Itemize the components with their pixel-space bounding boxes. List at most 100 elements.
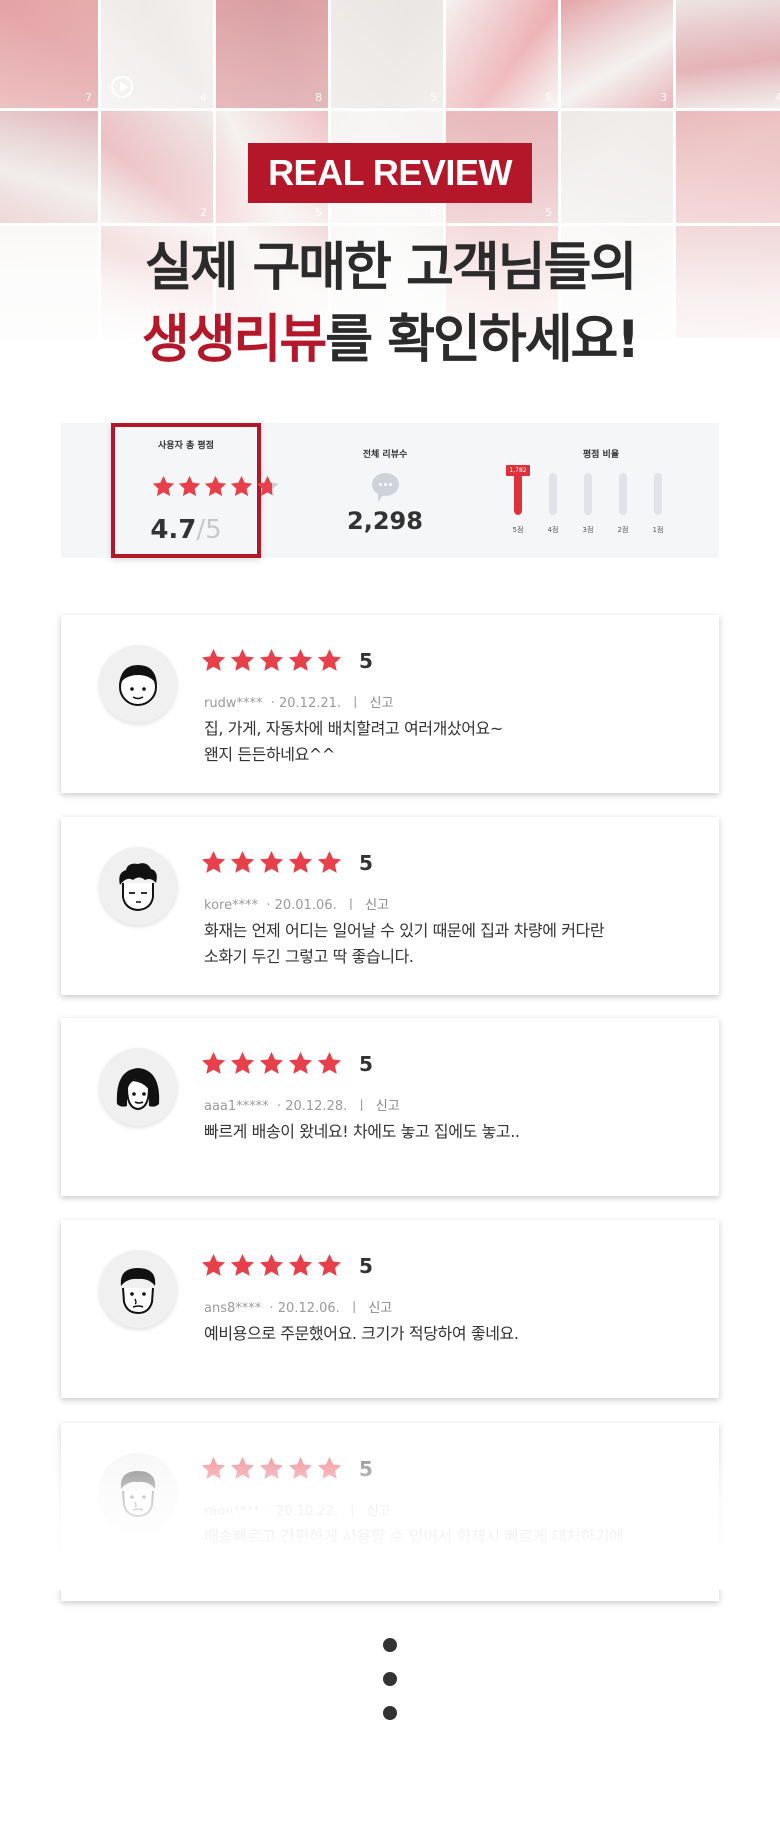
review-card: 5 rudw**** · 20.12.21. ㅣ 신고집, 가게, 자동차에 배치… xyxy=(61,615,719,793)
star-icon xyxy=(203,474,228,503)
review-rating: 5 xyxy=(359,1254,373,1278)
review-text: 빠르게 배송이 왔네요! 차에도 놓고 집에도 놓고.. xyxy=(204,1119,684,1145)
report-link[interactable]: 신고 xyxy=(370,696,394,711)
rating-bar xyxy=(514,473,522,515)
total-rating-stars xyxy=(151,474,280,503)
headline-rest: 를 확인하세요! xyxy=(325,310,640,370)
headline-accent: 생생리뷰 xyxy=(141,310,327,370)
review-user: raon**** xyxy=(204,1504,260,1519)
review-stars xyxy=(200,1050,343,1081)
star-icon xyxy=(258,1050,285,1081)
star-icon xyxy=(229,1252,256,1283)
rating-summary-panel: 사용자 총 평점 4.7/5 전체 리뷰수 2,298 평점 비율 5점 1,78… xyxy=(61,423,719,558)
report-link[interactable]: 신고 xyxy=(368,1301,392,1316)
review-text-line: 화재는 언제 어디는 일어날 수 있기 때문에 집과 차량에 커다란 xyxy=(204,921,605,940)
star-icon xyxy=(258,1252,285,1283)
man-icon xyxy=(99,1453,177,1531)
rating-bar xyxy=(654,473,662,515)
star-icon xyxy=(287,647,314,678)
star-icon xyxy=(287,1050,314,1081)
review-text-line: 빠르게 배송이 왔네요! 차에도 놓고 집에도 놓고.. xyxy=(204,1122,520,1141)
review-meta: kore**** · 20.01.06. ㅣ 신고 xyxy=(204,894,389,913)
rating-bar-label: 4점 xyxy=(547,526,559,534)
star-icon xyxy=(200,647,227,678)
review-card: 5 kore**** · 20.01.06. ㅣ 신고화재는 언제 어디는 일어날… xyxy=(61,817,719,995)
star-icon xyxy=(287,1455,314,1486)
review-text-line: 소화기 두긴 그렇고 딱 좋습니다. xyxy=(204,947,414,966)
review-text-line: 예비용으로 주문했어요. 크기가 적당하여 좋네요. xyxy=(204,1324,519,1343)
review-rating: 5 xyxy=(359,1052,373,1076)
star-icon xyxy=(316,1050,343,1081)
review-card: 5 aaa1***** · 20.12.28. ㅣ 신고빠르게 배송이 왔네요! … xyxy=(61,1018,719,1196)
rating-value: 4.7 xyxy=(150,515,197,545)
star-icon xyxy=(258,647,285,678)
star-icon xyxy=(151,474,176,503)
rating-bar-label: 3점 xyxy=(582,526,594,534)
review-meta: rudw**** · 20.12.21. ㅣ 신고 xyxy=(204,692,393,711)
meta-divider: ㅣ xyxy=(338,1504,367,1519)
report-link[interactable]: 신고 xyxy=(376,1099,400,1114)
rating-max: /5 xyxy=(196,515,222,545)
star-icon xyxy=(200,1252,227,1283)
headline-line-2: 생생리뷰를 확인하세요! xyxy=(0,304,780,376)
review-text-line: 좋을 듯 합니다. xyxy=(204,1553,304,1572)
rating-bar xyxy=(584,473,592,515)
star-icon xyxy=(200,1455,227,1486)
review-card: 5 raon**** · 20.10.22. ㅣ 신고배송빠르고 간편하게 사용할… xyxy=(61,1423,719,1601)
total-rating-label: 사용자 총 평점 xyxy=(158,441,214,451)
review-rating: 5 xyxy=(359,851,373,875)
total-rating-score: 4.7/5 xyxy=(115,515,257,545)
review-date: 20.10.22. xyxy=(276,1504,339,1519)
rating-bar-count: 1,782 xyxy=(506,465,530,476)
review-rating: 5 xyxy=(359,649,373,673)
curly-man-icon xyxy=(99,847,177,925)
review-meta: aaa1***** · 20.12.28. ㅣ 신고 xyxy=(204,1095,400,1114)
rating-ratio-label: 평점 비율 xyxy=(582,450,620,460)
total-reviews-count: 2,298 xyxy=(347,507,423,535)
rating-bar-label: 1점 xyxy=(652,526,664,534)
headline-line-1: 실제 구매한 고객님들의 xyxy=(144,238,638,298)
rating-bar xyxy=(619,473,627,515)
rating-bar-label: 2점 xyxy=(617,526,629,534)
rating-bar-fill xyxy=(514,473,522,515)
star-icon xyxy=(287,849,314,880)
star-icon xyxy=(200,1050,227,1081)
review-text-line: 왠지 든든하네요^^ xyxy=(204,745,335,764)
rating-ratio-bars: 5점 1,782 4점 3점 2점 1점 xyxy=(501,465,681,543)
boy-icon xyxy=(99,645,177,723)
review-stars xyxy=(200,647,343,678)
man-icon xyxy=(99,1250,177,1328)
star-icon xyxy=(200,849,227,880)
report-link[interactable]: 신고 xyxy=(365,898,389,913)
speech-bubble-icon xyxy=(372,473,399,502)
more-ellipsis-icon xyxy=(380,1638,400,1722)
star-icon xyxy=(255,474,280,503)
review-date: 20.01.06. xyxy=(274,898,337,913)
review-text: 배송빠르고 간편하게 사용할 수 있어서 화재시 빠르게 대처하기에 좋을 듯 합… xyxy=(204,1524,684,1576)
report-link[interactable]: 신고 xyxy=(367,1504,391,1519)
star-icon xyxy=(177,474,202,503)
star-icon xyxy=(229,1050,256,1081)
star-icon xyxy=(287,1252,314,1283)
meta-separator: · xyxy=(268,1099,286,1114)
review-date: 20.12.06. xyxy=(277,1301,340,1316)
review-text-line: 집, 가게, 자동차에 배치할려고 여러개샀어요~ xyxy=(204,719,503,738)
review-user: ans8**** xyxy=(204,1301,262,1316)
star-icon xyxy=(229,1455,256,1486)
meta-divider: ㅣ xyxy=(341,696,370,711)
meta-separator: · xyxy=(259,1504,277,1519)
review-date: 20.12.28. xyxy=(285,1099,348,1114)
star-icon xyxy=(316,1252,343,1283)
review-rating: 5 xyxy=(359,1457,373,1481)
total-rating-box: 사용자 총 평점 4.7/5 xyxy=(111,423,279,558)
meta-separator: · xyxy=(258,898,275,913)
review-stars xyxy=(200,849,343,880)
star-icon xyxy=(316,1455,343,1486)
review-text: 집, 가게, 자동차에 배치할려고 여러개샀어요~ 왠지 든든하네요^^ xyxy=(204,716,684,768)
star-icon xyxy=(229,474,254,503)
star-icon xyxy=(258,1455,285,1486)
star-icon xyxy=(316,849,343,880)
total-reviews-label: 전체 리뷰수 xyxy=(362,450,408,460)
review-stars xyxy=(200,1455,343,1486)
review-user: aaa1***** xyxy=(204,1099,269,1114)
